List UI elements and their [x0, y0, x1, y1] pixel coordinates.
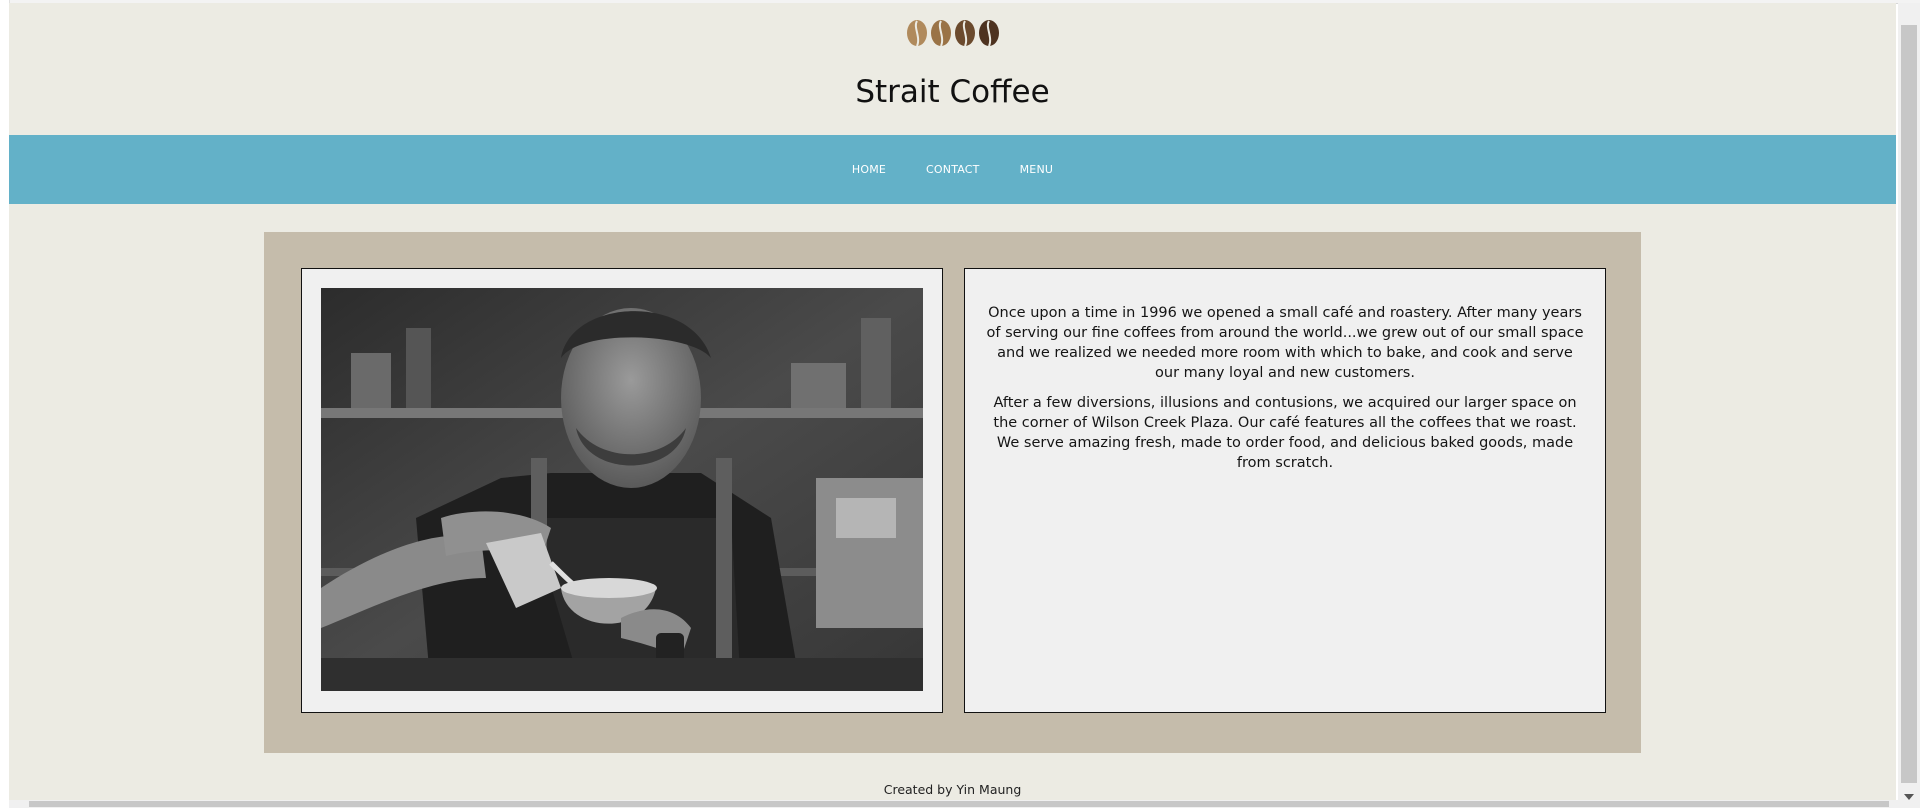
horizontal-scrollbar[interactable] [9, 800, 1898, 808]
nav-home-link[interactable]: HOME [852, 163, 886, 176]
about-paragraph: After a few diversions, illusions and co… [993, 395, 1577, 471]
vertical-scrollbar[interactable] [1898, 3, 1920, 808]
about-paragraph: Once upon a time in 1996 we opened a sma… [986, 305, 1584, 381]
nav-menu-link[interactable]: MENU [1020, 163, 1054, 176]
about-text: Once upon a time in 1996 we opened a sma… [985, 303, 1585, 483]
photo-card [301, 268, 943, 713]
nav-contact-link[interactable]: CONTACT [926, 163, 980, 176]
about-card: Once upon a time in 1996 we opened a sma… [964, 268, 1606, 713]
vertical-scrollbar-thumb[interactable] [1901, 25, 1917, 783]
page-viewport: Strait Coffee HOME CONTACT MENU Once upo… [9, 3, 1896, 805]
horizontal-scrollbar-thumb[interactable] [29, 801, 1889, 807]
site-title: Strait Coffee [855, 74, 1050, 110]
coffee-beans-logo-icon[interactable] [905, 17, 1001, 49]
content-frame: Once upon a time in 1996 we opened a sma… [264, 232, 1641, 753]
main-navigation: HOME CONTACT MENU [9, 135, 1896, 204]
barista-photo [321, 288, 923, 691]
scroll-down-arrow-icon[interactable] [1904, 794, 1914, 800]
footer-credit: Created by Yin Maung [883, 782, 1022, 797]
